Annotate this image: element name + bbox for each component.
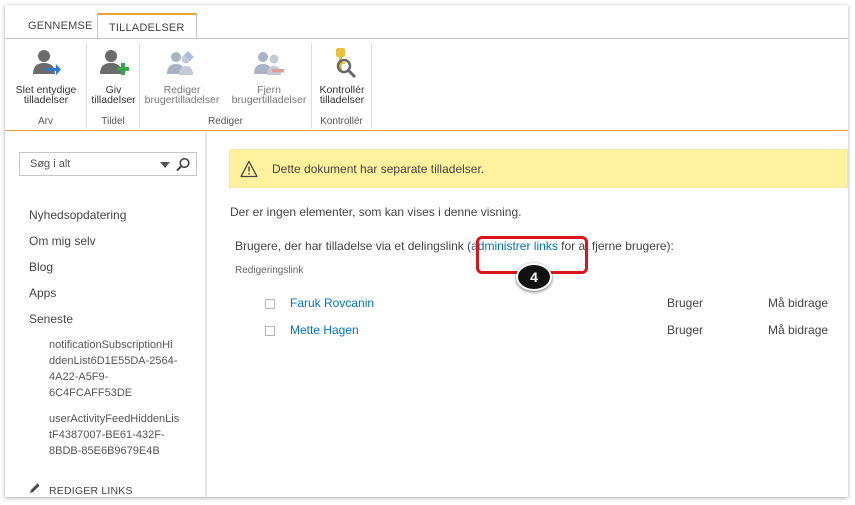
remove-user-permissions-label: Fjern brugertilladelser [231,84,307,106]
ribbon: Slet entydige tilladelser Arv Giv tillad… [5,38,848,131]
nav-item-blog[interactable]: Blog [29,260,53,274]
user-arrow-icon [30,47,62,79]
check-permissions-label: Kontrollér tilladelser [319,84,365,106]
search-box[interactable]: Søg i alt [19,152,197,176]
users-remove-icon [253,47,285,79]
nav-item-om-mig-selv[interactable]: Om mig selv [29,234,96,248]
tab-tilladelser[interactable]: TILLADELSER [97,13,197,40]
user-plus-icon [98,47,130,79]
grant-permissions-button[interactable]: Giv tilladelser [89,47,138,105]
sharepoint-window: GENNEMSE TILLADELSER Slet entydige tilla… [5,5,848,497]
warning-icon [240,160,258,178]
main-content: Dette dokument har separate tilladelser.… [209,132,848,497]
pencil-icon [29,482,43,497]
group-label-arv: Arv [38,116,53,127]
chevron-down-icon[interactable] [160,162,170,168]
ribbon-tabs: GENNEMSE TILLADELSER [5,5,848,40]
recent-item-activity-feed-list[interactable]: userActivityFeedHiddenLis tF4387007-BE61… [49,411,199,459]
delete-unique-permissions-button[interactable]: Slet entydige tilladelser [8,47,84,105]
no-items-message: Der er ingen elementer, som kan vises i … [230,205,522,219]
nav-item-apps[interactable]: Apps [29,286,56,300]
users-text-prefix: Brugere, der har tilladelse via et delin… [235,239,472,253]
search-input[interactable]: Søg i alt [30,158,70,170]
sharing-link-users-text: Brugere, der har tilladelse via et delin… [235,239,674,253]
user-checkbox[interactable] [265,299,275,309]
ribbon-group-tildel: Giv tilladelser Tildel [87,43,140,129]
delete-unique-permissions-label: Slet entydige tilladelser [15,84,77,106]
user-role: Bruger [667,296,704,310]
nav-item-nyhedsopdatering[interactable]: Nyhedsopdatering [29,208,126,222]
group-label-tildel: Tildel [101,116,125,127]
edit-links-button[interactable]: REDIGER LINKS [29,482,133,497]
key-magnifier-icon [326,47,358,79]
nav-item-seneste[interactable]: Seneste [29,312,73,326]
user-row: Mette Hagen Bruger Må bidrage [265,323,845,341]
ribbon-group-rediger: Rediger brugertilladelser Fjern brugerti… [140,43,312,129]
banner-text: Dette dokument har separate tilladelser. [272,162,485,176]
edit-link-header: Redigeringslink [235,265,304,276]
tab-gennemse[interactable]: GENNEMSE [17,13,104,39]
separate-permissions-banner: Dette dokument har separate tilladelser. [229,149,848,188]
group-label-kontroller: Kontrollér [320,116,363,127]
recent-item-notification-list[interactable]: notificationSubscriptionHi ddenList6D1E5… [49,337,199,401]
user-permission: Må bidrage [768,323,829,337]
ribbon-group-kontroller: Kontrollér tilladelser Kontrollér [312,43,372,129]
user-row: Faruk Rovcanin Bruger Må bidrage [265,296,845,314]
remove-user-permissions-button[interactable]: Fjern brugertilladelser [228,47,310,105]
search-icon[interactable] [175,157,191,173]
left-navigation: Søg i alt Nyhedsopdatering Om mig selv B… [5,132,207,497]
user-name-link[interactable]: Faruk Rovcanin [290,296,374,310]
check-permissions-button[interactable]: Kontrollér tilladelser [315,47,369,105]
users-edit-icon [166,47,198,79]
edit-user-permissions-button[interactable]: Rediger brugertilladelser [142,47,222,105]
ribbon-group-arv: Slet entydige tilladelser Arv [5,43,87,129]
user-role: Bruger [667,323,704,337]
user-permission: Må bidrage [768,296,829,310]
step-number-badge: 4 [516,263,552,291]
user-checkbox[interactable] [265,326,275,336]
grant-permissions-label: Giv tilladelser [91,84,136,106]
user-name-link[interactable]: Mette Hagen [290,323,359,337]
edit-user-permissions-label: Rediger brugertilladelser [144,84,220,106]
edit-links-label: REDIGER LINKS [49,485,133,497]
group-label-rediger: Rediger [207,116,244,127]
